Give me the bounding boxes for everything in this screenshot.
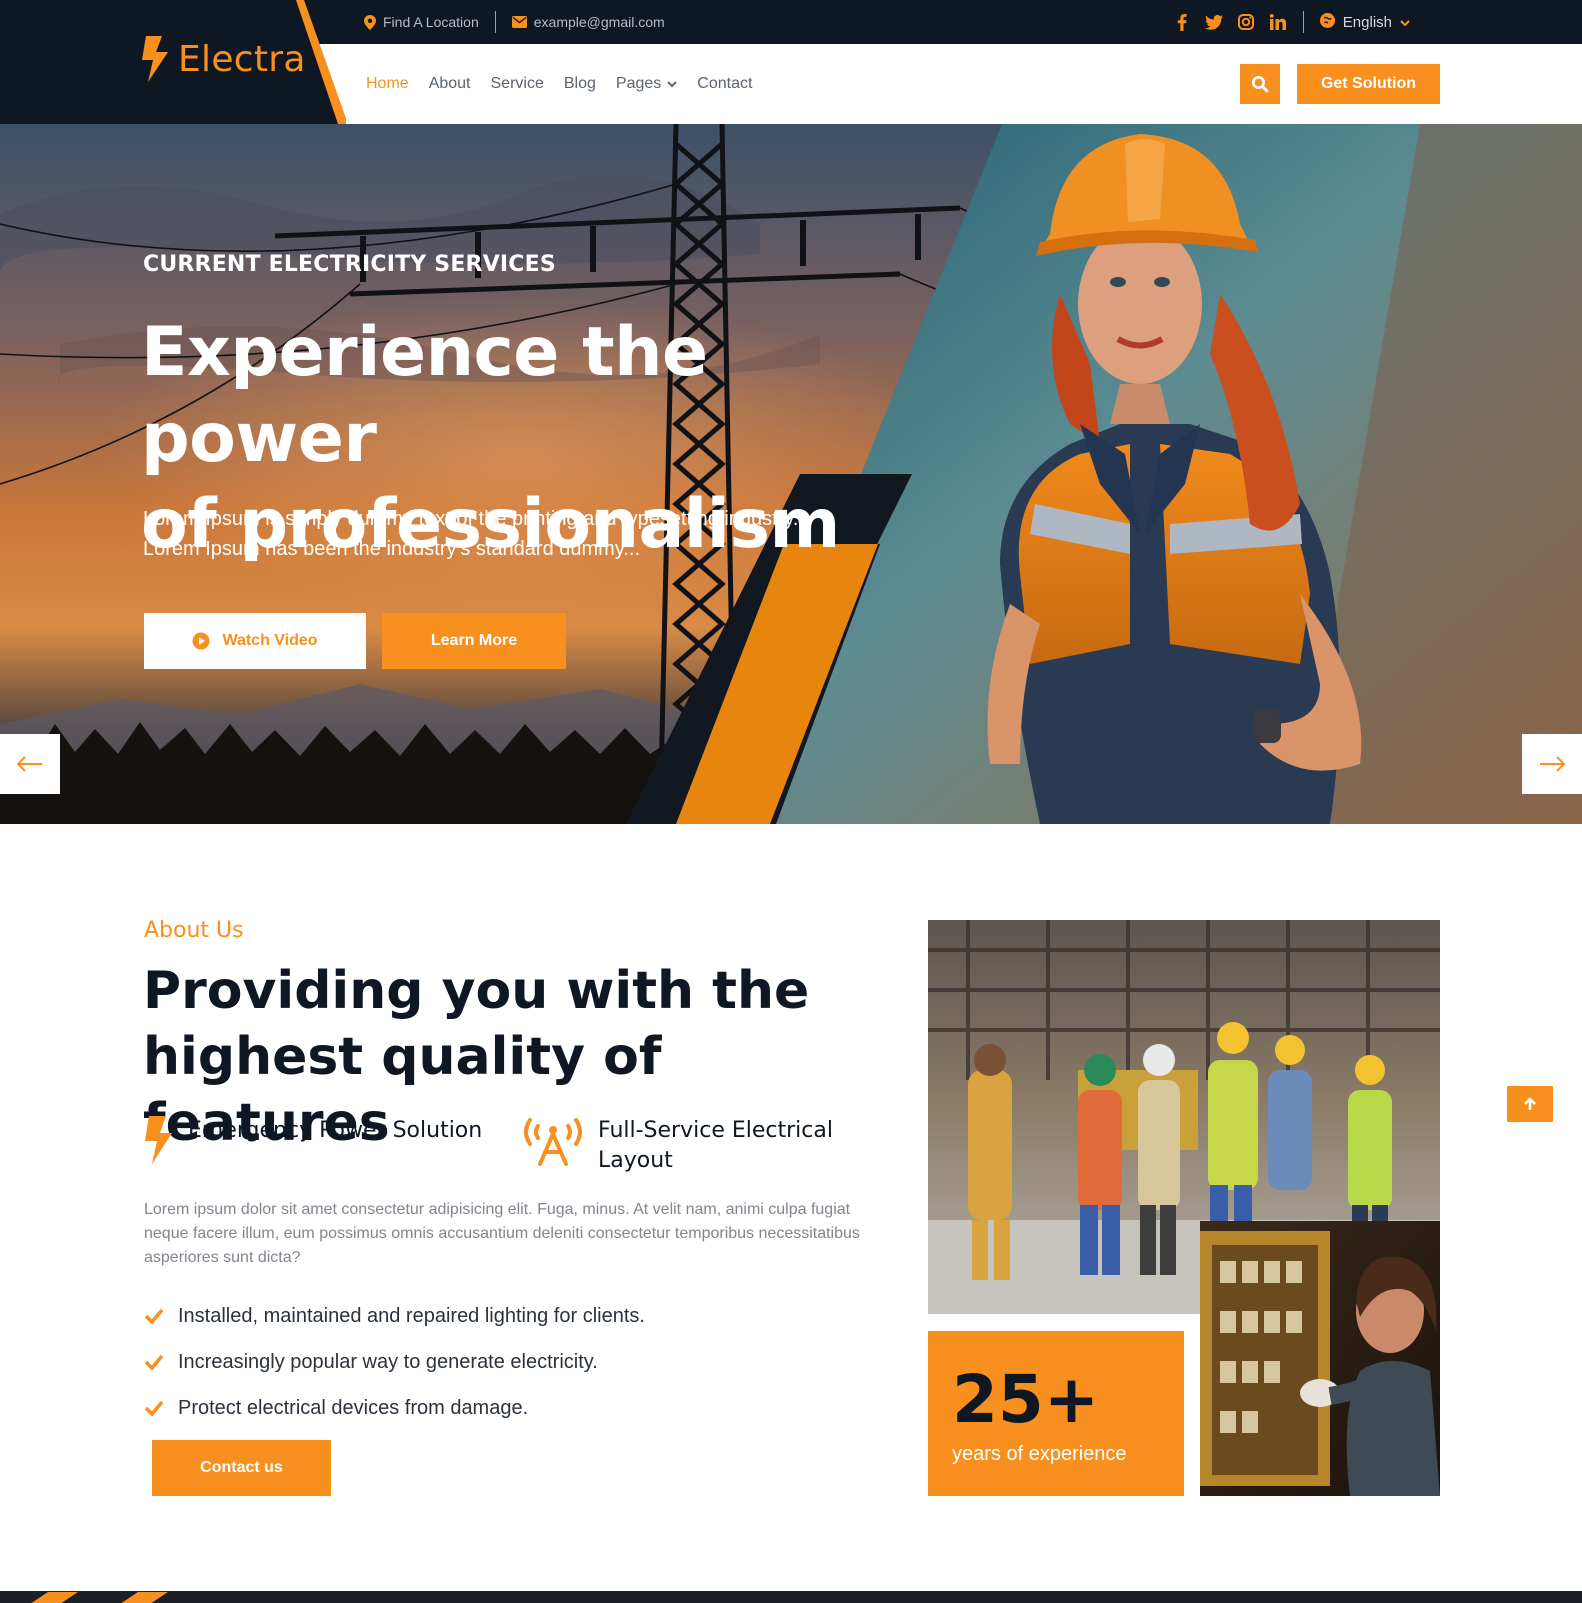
check-item-text: Installed, maintained and repaired light…	[178, 1304, 645, 1327]
feature-emergency-power: Emergency Power Solution	[144, 1116, 482, 1164]
nav-item-pages-label: Pages	[615, 75, 662, 92]
topbar-contact-info: Find A Location example@gmail.com	[364, 0, 665, 44]
watch-video-label: Watch Video	[222, 632, 318, 649]
nav-item-contact[interactable]: Contact	[697, 75, 752, 93]
about-check-list: Installed, maintained and repaired light…	[144, 1293, 645, 1431]
nav-item-blog[interactable]: Blog	[564, 75, 596, 93]
next-section-edge	[0, 1591, 1582, 1603]
contact-us-button[interactable]: Contact us	[152, 1440, 331, 1496]
linkedin-icon[interactable]	[1269, 13, 1287, 31]
play-circle-icon	[192, 632, 210, 650]
lightning-bolt-icon	[142, 36, 168, 82]
slider-next-button[interactable]	[1522, 734, 1582, 794]
check-icon	[144, 1400, 164, 1416]
language-selector[interactable]: English	[1319, 12, 1410, 32]
chevron-down-icon	[1400, 14, 1410, 31]
nav-item-about[interactable]: About	[429, 75, 471, 93]
map-pin-icon	[364, 14, 376, 30]
learn-more-button[interactable]: Learn More	[382, 613, 566, 669]
hero-slider: CURRENT ELECTRICITY SERVICES Experience …	[0, 124, 1582, 824]
about-title-line-1: Providing you with the	[143, 961, 810, 1021]
topbar-divider-right	[1302, 11, 1304, 33]
electrician-photo	[1200, 1221, 1440, 1496]
nav-menu: Home About Service Blog Pages Contact	[366, 44, 752, 124]
feature-electrical-layout-line-1: Full-Service Electrical	[598, 1118, 833, 1143]
experience-number: 25+	[952, 1361, 1100, 1438]
logo-text: Electra	[178, 38, 306, 80]
instagram-icon[interactable]	[1237, 13, 1255, 31]
nav-item-home[interactable]: Home	[366, 75, 409, 93]
nav-item-service[interactable]: Service	[491, 75, 544, 93]
check-item-text: Protect electrical devices from damage.	[178, 1396, 529, 1419]
about-section-label: About Us	[144, 918, 244, 943]
facebook-icon[interactable]	[1173, 13, 1191, 31]
hero-title-line-1: Experience the power	[141, 313, 708, 478]
lightning-bolt-icon	[145, 1116, 172, 1164]
feature-electrical-layout: Full-Service Electrical Layout	[522, 1116, 833, 1176]
twitter-icon[interactable]	[1204, 13, 1223, 31]
feature-electrical-layout-label: Full-Service Electrical Layout	[598, 1116, 833, 1176]
slider-prev-button[interactable]	[0, 734, 60, 794]
topbar-divider	[494, 11, 496, 33]
list-item: Increasingly popular way to generate ele…	[144, 1339, 645, 1385]
location-link[interactable]: Find A Location	[364, 14, 479, 30]
experience-label: years of experience	[952, 1443, 1127, 1465]
hero-description-line-1: Lorem Ipsum is simply dummy text of the …	[143, 508, 799, 530]
social-links	[1173, 13, 1287, 31]
hero-description: Lorem Ipsum is simply dummy text of the …	[143, 504, 883, 564]
list-item: Protect electrical devices from damage.	[144, 1385, 645, 1431]
about-description: Lorem ipsum dolor sit amet consectetur a…	[144, 1201, 860, 1266]
feature-electrical-layout-line-2: Layout	[598, 1148, 673, 1173]
search-icon	[1252, 76, 1269, 93]
email-text: example@gmail.com	[533, 14, 665, 30]
envelope-icon	[511, 16, 527, 28]
scroll-to-top-button[interactable]	[1507, 1086, 1553, 1122]
chevron-down-icon	[667, 80, 677, 87]
globe-icon	[1319, 12, 1335, 32]
arrow-right-icon	[1540, 756, 1565, 772]
check-icon	[144, 1354, 164, 1370]
search-button[interactable]	[1240, 64, 1280, 104]
get-solution-button[interactable]: Get Solution	[1297, 64, 1440, 104]
language-label: English	[1342, 13, 1392, 31]
arrow-left-icon	[17, 756, 42, 772]
email-link[interactable]: example@gmail.com	[511, 14, 665, 30]
feature-emergency-power-label: Emergency Power Solution	[188, 1118, 483, 1143]
check-icon	[144, 1308, 164, 1324]
watch-video-button[interactable]: Watch Video	[144, 613, 366, 669]
hero-description-line-2: Lorem Ipsum has been the industry's stan…	[143, 538, 641, 560]
check-item-text: Increasingly popular way to generate ele…	[178, 1350, 598, 1373]
location-text: Find A Location	[383, 14, 479, 30]
experience-box: 25+ years of experience	[928, 1331, 1184, 1496]
list-item: Installed, maintained and repaired light…	[144, 1293, 645, 1339]
antenna-tower-icon	[524, 1118, 582, 1166]
site-logo[interactable]: Electra	[142, 36, 306, 82]
arrow-up-icon	[1524, 1097, 1536, 1110]
topbar-right: English	[1173, 0, 1410, 44]
hero-subtitle: CURRENT ELECTRICITY SERVICES	[143, 252, 556, 277]
nav-item-pages[interactable]: Pages	[616, 75, 677, 93]
